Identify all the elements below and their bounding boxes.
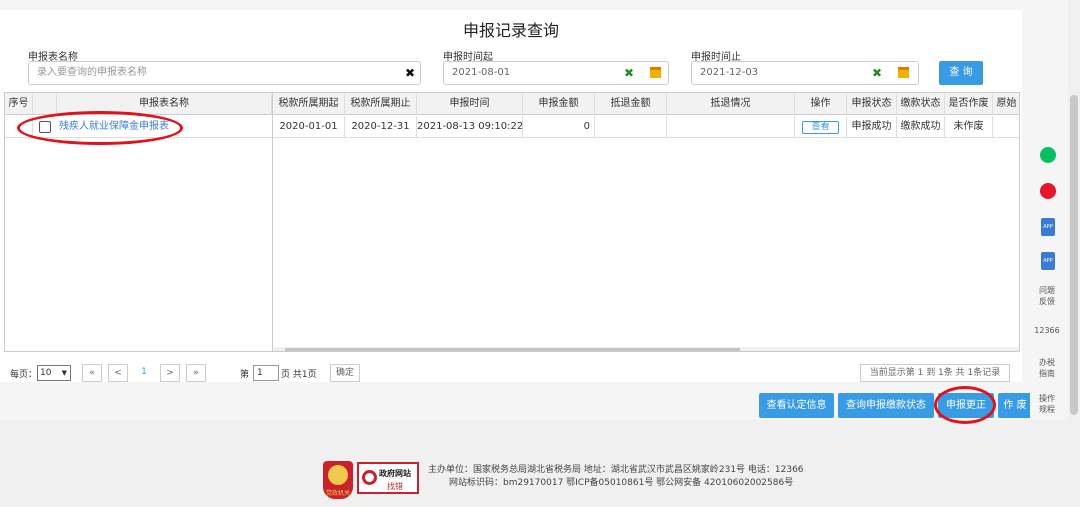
query-button[interactable]: 查 询 (939, 61, 983, 85)
col-check (33, 93, 57, 115)
name-filter-input[interactable]: 录入要查询的申报表名称 ✖ (28, 61, 421, 85)
view-cert-button[interactable]: 查看认定信息 (759, 393, 834, 418)
row-period-end: 2020-12-31 (345, 116, 417, 138)
party-emblem-logo: 党政机关 (323, 461, 353, 499)
footer: 党政机关 政府网站 找错 主办单位：国家税务总局湖北省税务局 地址：湖北省武汉市… (0, 420, 1080, 507)
per-page-select[interactable]: 10 ▼ (37, 365, 71, 381)
feedback-link[interactable]: 问题 反馈 (1033, 285, 1061, 307)
tax-guide-link[interactable]: 办税 指南 (1033, 357, 1061, 379)
calendar-icon[interactable] (650, 67, 661, 78)
page-prefix: 第 (240, 370, 250, 380)
row-period-start: 2020-01-01 (273, 116, 345, 138)
page-number-input[interactable]: 1 (253, 365, 279, 381)
end-date-input[interactable]: 2021-12-03 ✖ (691, 61, 919, 85)
row-declare-time: 2021-08-13 09:10:22 (417, 116, 523, 138)
weibo-icon[interactable] (1040, 183, 1056, 199)
emblem-icon (328, 465, 348, 485)
col-period-start: 税款所属期起 (273, 93, 345, 115)
last-page-button[interactable]: » (186, 364, 206, 382)
col-declare-status: 申报状态 (847, 93, 897, 115)
col-period-end: 税款所属期止 (345, 93, 417, 115)
start-date-input[interactable]: 2021-08-01 ✖ (443, 61, 669, 85)
highlight-circle (934, 386, 996, 424)
footer-line2: 网站标识码：bm29170017 鄂ICP备05010861号 鄂公网安备 42… (449, 478, 794, 488)
col-refund-status: 抵退情况 (667, 93, 795, 115)
scrollbar-thumb[interactable] (285, 348, 740, 351)
table-header: 序号 申报表名称 税款所属期起 税款所属期止 申报时间 申报金额 抵退金额 抵退… (5, 93, 1019, 115)
page: 申报记录查询 申报表名称 录入要查询的申报表名称 ✖ 申报时间起 2021-08… (0, 0, 1080, 507)
prev-page-button[interactable]: < (108, 364, 128, 382)
scrollbar-thumb[interactable] (1070, 95, 1078, 415)
row-amount: 0 (523, 116, 595, 138)
page-suffix: 页 共1页 (281, 370, 317, 380)
emblem-label: 党政机关 (325, 490, 350, 497)
clear-end-icon[interactable]: ✖ (872, 67, 882, 79)
row-pay-status: 缴款成功 (897, 116, 945, 138)
horizontal-scrollbar[interactable] (273, 347, 1019, 351)
next-page-button[interactable]: > (160, 364, 180, 382)
main-panel: 申报记录查询 申报表名称 录入要查询的申报表名称 ✖ 申报时间起 2021-08… (0, 10, 1022, 382)
confirm-page-button[interactable]: 确定 (330, 364, 360, 382)
calendar-icon[interactable] (898, 67, 909, 78)
col-amount: 申报金额 (523, 93, 595, 115)
current-page[interactable]: 1 (134, 364, 154, 382)
page-vertical-scrollbar[interactable] (1068, 0, 1080, 507)
badge-label: 政府网站 (379, 469, 411, 478)
badge-sub: 找错 (387, 482, 403, 491)
chevron-down-icon: ▼ (61, 369, 67, 377)
name-filter-placeholder: 录入要查询的申报表名称 (37, 67, 147, 78)
row-action-cell: 查看 (795, 116, 847, 138)
per-page-value: 10 (40, 368, 52, 378)
wechat-icon[interactable] (1040, 147, 1056, 163)
col-original: 原始 (993, 93, 1019, 115)
col-void: 是否作废 (945, 93, 993, 115)
row-original (993, 116, 1019, 138)
end-date-value: 2021-12-03 (700, 67, 759, 78)
start-date-value: 2021-08-01 (452, 67, 511, 78)
frozen-column-divider (272, 93, 273, 351)
highlight-circle (17, 111, 183, 145)
record-summary: 当前显示第 1 到 1条 共 1条记录 (860, 364, 1010, 382)
clear-name-icon[interactable]: ✖ (405, 67, 415, 79)
page-title: 申报记录查询 (462, 21, 559, 40)
app-icon[interactable]: APP (1041, 218, 1055, 236)
row-void-status: 未作废 (945, 116, 993, 138)
clear-start-icon[interactable]: ✖ (624, 67, 634, 79)
search-icon (362, 470, 377, 485)
footer-line1: 主办单位：国家税务总局湖北省税务局 地址：湖北省武汉市武昌区姚家岭231号 电话… (428, 465, 804, 475)
col-action: 操作 (795, 93, 847, 115)
col-refund-amount: 抵退金额 (595, 93, 667, 115)
pagination-bar: 每页： 10 ▼ « < 1 > » 第 1 页 共1页 确定 当前显示第 1 … (4, 354, 1020, 390)
gov-site-badge[interactable]: 政府网站 找错 (357, 462, 419, 494)
per-page-label: 每页： (10, 370, 38, 380)
hotline-link[interactable]: 12366 (1033, 325, 1061, 336)
view-button[interactable]: 查看 (802, 121, 839, 134)
row-refund-status (667, 116, 795, 138)
col-pay-status: 缴款状态 (897, 93, 945, 115)
app-icon[interactable]: APP (1041, 252, 1055, 270)
query-pay-status-button[interactable]: 查询申报缴款状态 (838, 393, 934, 418)
operation-manual-link[interactable]: 操作 规程 (1033, 393, 1061, 415)
col-declare-time: 申报时间 (417, 93, 523, 115)
void-button[interactable]: 作 废 (998, 393, 1032, 418)
row-declare-status: 申报成功 (847, 116, 897, 138)
row-refund-amount (595, 116, 667, 138)
col-index: 序号 (5, 93, 33, 115)
first-page-button[interactable]: « (82, 364, 102, 382)
